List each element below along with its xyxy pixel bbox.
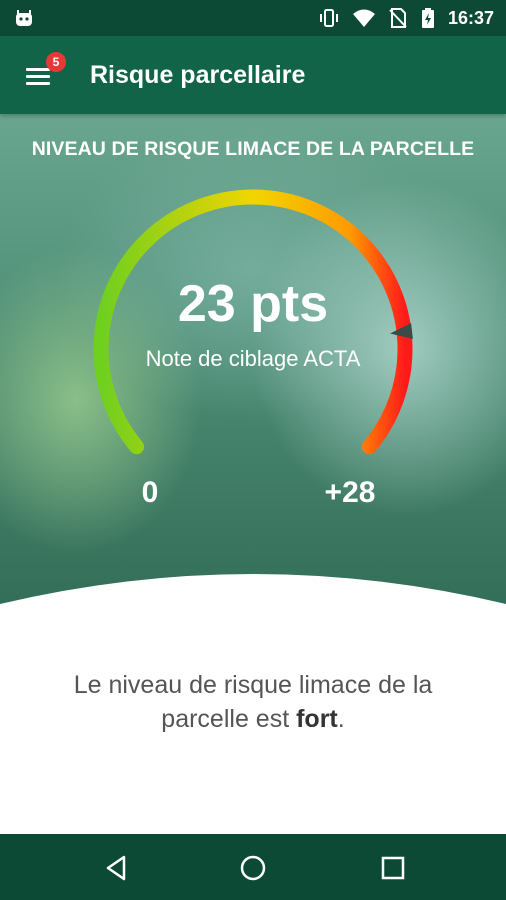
risk-gauge-panel: NIVEAU DE RISQUE LIMACE DE LA PARCELLE 2…	[0, 114, 506, 634]
no-sim-icon	[389, 8, 407, 28]
battery-charging-icon	[421, 8, 434, 28]
back-icon[interactable]	[96, 848, 136, 888]
home-icon[interactable]	[233, 848, 273, 888]
status-icons: 16:37	[318, 0, 494, 36]
risk-message: Le niveau de risque limace de la parcell…	[73, 671, 433, 733]
wifi-icon	[352, 9, 375, 27]
risk-level: fort	[296, 705, 338, 733]
clock: 16:37	[447, 7, 494, 28]
menu-button[interactable]: 5	[18, 52, 66, 96]
app-bar: 5 Risque parcellaire	[0, 36, 506, 114]
hero-curve	[0, 574, 506, 634]
recents-icon[interactable]	[373, 848, 413, 888]
navigation-bar	[0, 834, 506, 900]
robot-icon	[16, 10, 32, 26]
status-bar: 16:37	[0, 0, 506, 36]
page-title: Risque parcellaire	[90, 61, 306, 89]
vibrate-icon	[319, 9, 338, 27]
notification-badge: 5	[46, 52, 66, 72]
